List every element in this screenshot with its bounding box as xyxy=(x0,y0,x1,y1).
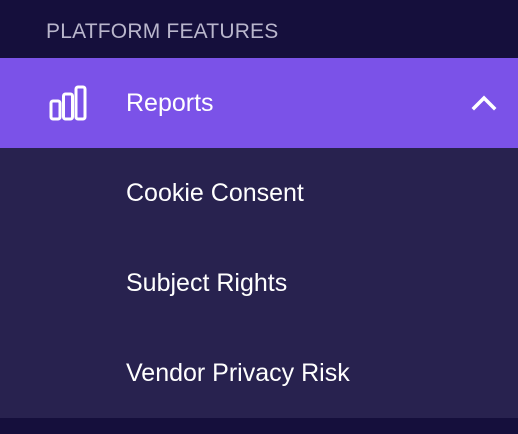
section-header: PLATFORM FEATURES xyxy=(46,20,279,43)
submenu-item-vendor-privacy-risk[interactable]: Vendor Privacy Risk xyxy=(0,328,518,418)
submenu-item-label: Vendor Privacy Risk xyxy=(126,359,350,387)
submenu-item-cookie-consent[interactable]: Cookie Consent xyxy=(0,148,518,238)
bar-chart-icon xyxy=(48,84,88,122)
reports-submenu: Cookie Consent Subject Rights Vendor Pri… xyxy=(0,148,518,418)
submenu-item-label: Subject Rights xyxy=(126,269,288,297)
submenu-item-subject-rights[interactable]: Subject Rights xyxy=(0,238,518,328)
chevron-up-icon[interactable] xyxy=(470,92,498,114)
submenu-item-label: Cookie Consent xyxy=(126,179,304,207)
nav-item-reports[interactable]: Reports xyxy=(0,58,518,148)
sidebar-nav: PLATFORM FEATURES Reports Cookie Consent… xyxy=(0,0,518,434)
nav-item-label: Reports xyxy=(126,89,214,117)
